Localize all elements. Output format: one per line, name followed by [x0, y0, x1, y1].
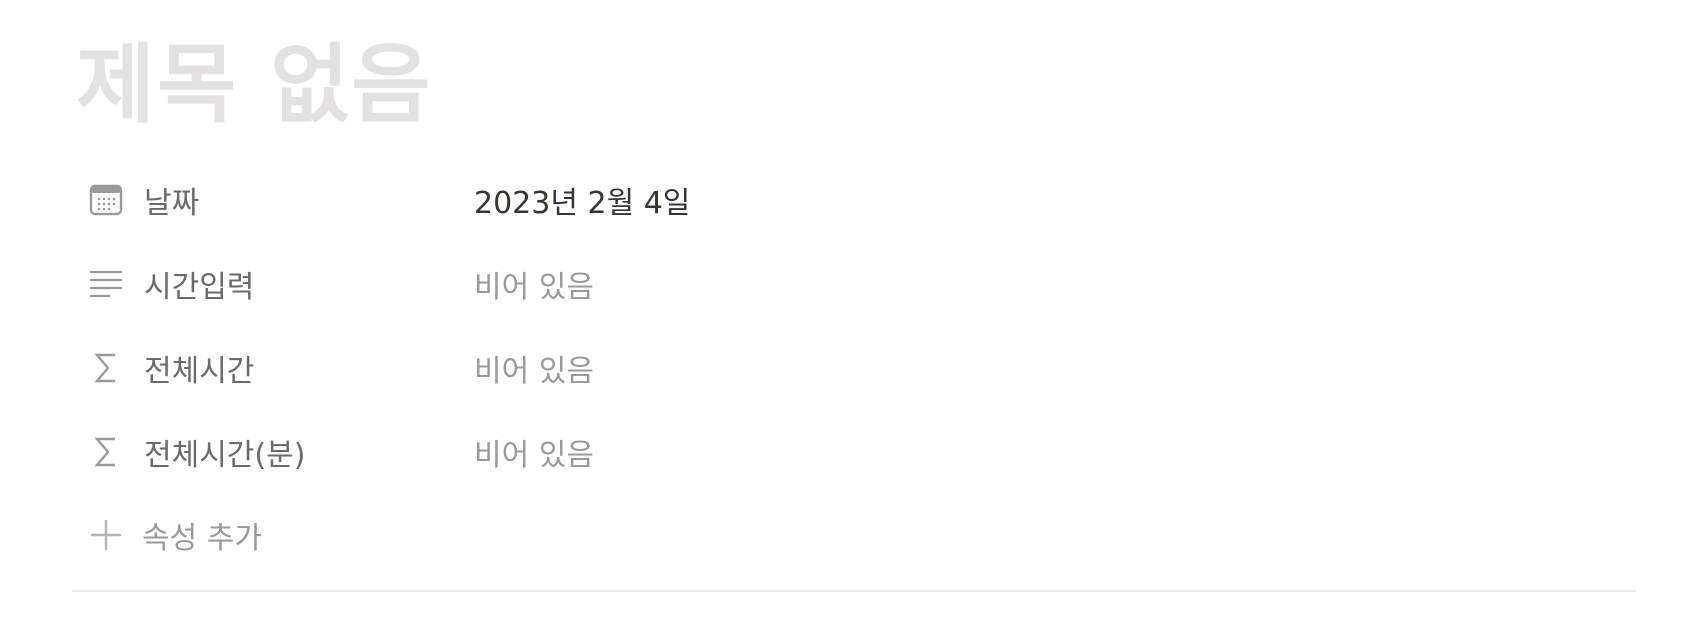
sigma-icon — [88, 350, 124, 386]
property-row-total-time-minutes: 전체시간(분) 비어 있음 — [72, 410, 1632, 494]
property-label: 날짜 — [144, 186, 200, 221]
property-value-total-time-minutes[interactable]: 비어 있음 — [462, 425, 1062, 479]
property-label: 전체시간 — [144, 354, 255, 389]
property-name-total-time-minutes[interactable]: 전체시간(분) — [72, 425, 462, 479]
divider — [72, 590, 1636, 592]
calendar-icon — [88, 182, 124, 218]
page-title[interactable]: 제목 없음 — [76, 30, 432, 140]
property-name-time-input[interactable]: 시간입력 — [72, 257, 462, 311]
property-list: 날짜 2023년 2월 4일 시간입력 비어 있음 전체시간 비어 있음 전체시… — [72, 158, 1632, 494]
add-property-label: 속성 추가 — [142, 521, 262, 556]
property-value-date[interactable]: 2023년 2월 4일 — [462, 173, 1062, 227]
text-lines-icon — [88, 266, 124, 302]
property-value-total-time[interactable]: 비어 있음 — [462, 341, 1062, 395]
property-name-date[interactable]: 날짜 — [72, 173, 462, 227]
property-row-time-input: 시간입력 비어 있음 — [72, 242, 1632, 326]
property-row-date: 날짜 2023년 2월 4일 — [72, 158, 1632, 242]
property-name-total-time[interactable]: 전체시간 — [72, 341, 462, 395]
property-label: 전체시간(분) — [144, 438, 306, 473]
page: 제목 없음 날짜 2023년 2월 4일 시간입력 비어 있음 전체시간 비어 … — [0, 0, 1682, 620]
plus-icon — [88, 517, 124, 553]
property-value-time-input[interactable]: 비어 있음 — [462, 257, 1062, 311]
add-property-button[interactable]: 속성 추가 — [88, 510, 262, 560]
sigma-icon — [88, 434, 124, 470]
property-row-total-time: 전체시간 비어 있음 — [72, 326, 1632, 410]
property-label: 시간입력 — [144, 270, 255, 305]
